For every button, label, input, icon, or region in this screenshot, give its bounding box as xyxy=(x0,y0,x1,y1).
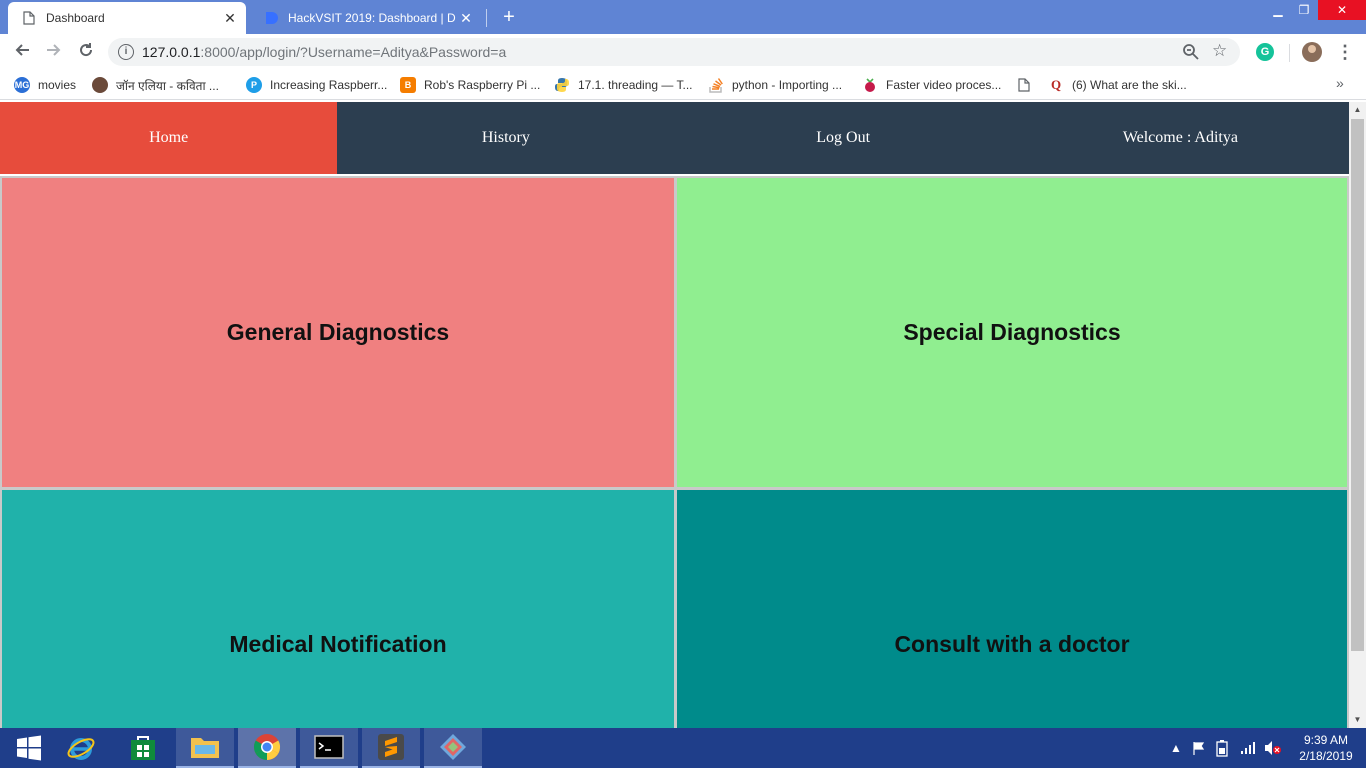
page-icon xyxy=(22,11,36,25)
movies-icon: MG xyxy=(14,77,30,93)
poet-avatar-icon xyxy=(92,77,108,93)
consult-doctor-tile[interactable]: Consult with a doctor xyxy=(675,488,1349,728)
file-explorer-taskbar-button[interactable] xyxy=(176,728,234,768)
scroll-up-icon[interactable]: ▲ xyxy=(1349,102,1366,118)
tab-hackvsit[interactable]: HackVSIT 2019: Dashboard | Dev ✕ xyxy=(250,2,482,34)
volume-muted-icon[interactable] xyxy=(1264,728,1282,768)
command-prompt-taskbar-button[interactable] xyxy=(300,728,358,768)
git-gui-taskbar-button[interactable] xyxy=(424,728,482,768)
clock-time: 9:39 AM xyxy=(1303,733,1349,747)
store-taskbar-button[interactable] xyxy=(114,728,172,768)
bookmark-label: python - Importing ... xyxy=(732,78,843,92)
site-navbar: Home History Log Out Welcome : Aditya xyxy=(0,102,1349,174)
git-gui-icon xyxy=(440,734,466,760)
internet-explorer-taskbar-button[interactable] xyxy=(52,728,110,768)
bookmark-page[interactable] xyxy=(1016,76,1040,94)
show-hidden-icons[interactable]: ▲ xyxy=(1170,728,1182,768)
new-tab-button[interactable]: + xyxy=(498,4,520,30)
tab-title: Dashboard xyxy=(46,11,105,25)
python-icon xyxy=(554,77,570,93)
reload-button[interactable] xyxy=(74,40,98,64)
internet-explorer-icon xyxy=(67,738,95,760)
bookmark-label: (6) What are the ski... xyxy=(1072,78,1187,92)
store-icon xyxy=(131,736,155,760)
tab-dashboard[interactable]: Dashboard ✕ xyxy=(8,2,246,34)
scroll-down-icon[interactable]: ▼ xyxy=(1349,712,1366,728)
network-signal-icon[interactable] xyxy=(1240,728,1256,768)
nav-logout[interactable]: Log Out xyxy=(675,102,1012,174)
bookmark-star-icon[interactable]: ☆ xyxy=(1212,41,1227,61)
action-center-flag-icon[interactable] xyxy=(1192,728,1206,768)
medical-notification-tile[interactable]: Medical Notification xyxy=(0,488,676,728)
chrome-taskbar-button[interactable] xyxy=(238,728,296,768)
tile-label: Medical Notification xyxy=(229,631,447,657)
system-clock[interactable]: 9:39 AM 2/18/2019 xyxy=(1288,732,1364,764)
address-bar[interactable]: i 127.0.0.1:8000/app/login/?Username=Adi… xyxy=(108,38,1240,66)
bookmark-label: Faster video proces... xyxy=(886,78,1002,92)
page-scrollbar[interactable]: ▲ ▼ xyxy=(1349,102,1366,728)
browser-tab-strip: Dashboard ✕ HackVSIT 2019: Dashboard | D… xyxy=(0,0,1366,34)
back-button[interactable] xyxy=(10,40,34,64)
tile-label: Special Diagnostics xyxy=(903,319,1121,345)
start-button[interactable] xyxy=(0,728,58,768)
general-diagnostics-tile[interactable]: General Diagnostics xyxy=(0,176,676,489)
bookmark-label: Rob's Raspberry Pi ... xyxy=(424,78,541,92)
zoom-icon[interactable] xyxy=(1182,43,1200,61)
close-tab-icon[interactable]: ✕ xyxy=(220,10,240,27)
grammarly-icon[interactable]: G xyxy=(1256,43,1274,61)
tab-title: HackVSIT 2019: Dashboard | Dev xyxy=(288,11,456,25)
windows-logo-icon xyxy=(17,735,41,761)
tile-label: General Diagnostics xyxy=(226,319,450,345)
battery-icon[interactable] xyxy=(1216,728,1228,768)
scrollbar-thumb[interactable] xyxy=(1351,119,1364,651)
bookmark-faster-video[interactable]: Faster video proces... xyxy=(862,76,1001,94)
nav-history[interactable]: History xyxy=(337,102,674,174)
bookmark-label: movies xyxy=(38,78,77,92)
bookmark-label: 17.1. threading — T... xyxy=(578,78,693,92)
restore-window-button[interactable]: ❐ xyxy=(1289,0,1319,20)
stackoverflow-icon xyxy=(708,77,724,93)
bookmark-robs-raspberry[interactable]: B Rob's Raspberry Pi ... xyxy=(400,76,540,94)
special-diagnostics-tile[interactable]: Special Diagnostics xyxy=(675,176,1349,489)
site-info-icon[interactable]: i xyxy=(118,44,134,60)
bookmark-jaun-elia[interactable]: जॉन एलिया - कविता ... xyxy=(92,76,219,94)
devfolio-icon xyxy=(264,11,278,25)
nav-home[interactable]: Home xyxy=(0,102,338,174)
toolbar-divider xyxy=(1289,44,1290,62)
terminal-icon xyxy=(314,735,344,759)
bookmark-increasing-raspberry[interactable]: P Increasing Raspberr... xyxy=(246,76,387,94)
dashboard-grid: General Diagnostics Special Diagnostics … xyxy=(0,176,1349,728)
close-tab-icon[interactable]: ✕ xyxy=(456,10,476,27)
more-bookmarks-icon[interactable]: » xyxy=(1336,75,1344,91)
chrome-icon xyxy=(253,734,281,761)
bookmark-python-importing[interactable]: python - Importing ... xyxy=(708,76,842,94)
profile-avatar[interactable] xyxy=(1302,42,1322,62)
bookmark-threading[interactable]: 17.1. threading — T... xyxy=(554,76,693,94)
sublime-text-taskbar-button[interactable] xyxy=(362,728,420,768)
folder-icon xyxy=(191,738,219,758)
sublime-text-icon xyxy=(378,734,404,760)
close-window-button[interactable]: ✕ xyxy=(1318,0,1366,20)
clock-date: 2/18/2019 xyxy=(1299,749,1353,763)
windows-taskbar: ▲ 9:39 AM 2/18/2019 xyxy=(0,728,1366,768)
quora-icon: Q xyxy=(1050,77,1062,92)
tile-label: Consult with a doctor xyxy=(894,631,1130,657)
url-text[interactable]: 127.0.0.1:8000/app/login/?Username=Adity… xyxy=(142,44,506,60)
p-icon: P xyxy=(246,77,262,93)
page-icon xyxy=(1016,77,1032,93)
web-page: Home History Log Out Welcome : Aditya Ge… xyxy=(0,102,1349,728)
bookmark-quora[interactable]: Q (6) What are the ski... xyxy=(1048,76,1187,94)
forward-button[interactable] xyxy=(42,40,66,64)
bookmark-movies[interactable]: MG movies xyxy=(14,76,76,94)
bookmarks-bar: MG movies जॉन एलिया - कविता ... P Increa… xyxy=(0,70,1366,100)
chrome-menu-icon[interactable]: ⋮ xyxy=(1336,40,1354,64)
browser-toolbar: i 127.0.0.1:8000/app/login/?Username=Adi… xyxy=(0,34,1366,70)
bookmark-label: जॉन एलिया - कविता ... xyxy=(116,78,219,93)
nav-welcome: Welcome : Aditya xyxy=(1122,129,1238,146)
tab-divider xyxy=(486,9,487,27)
blogger-icon: B xyxy=(400,77,416,93)
raspberry-icon xyxy=(862,77,878,93)
bookmark-label: Increasing Raspberr... xyxy=(270,78,388,92)
